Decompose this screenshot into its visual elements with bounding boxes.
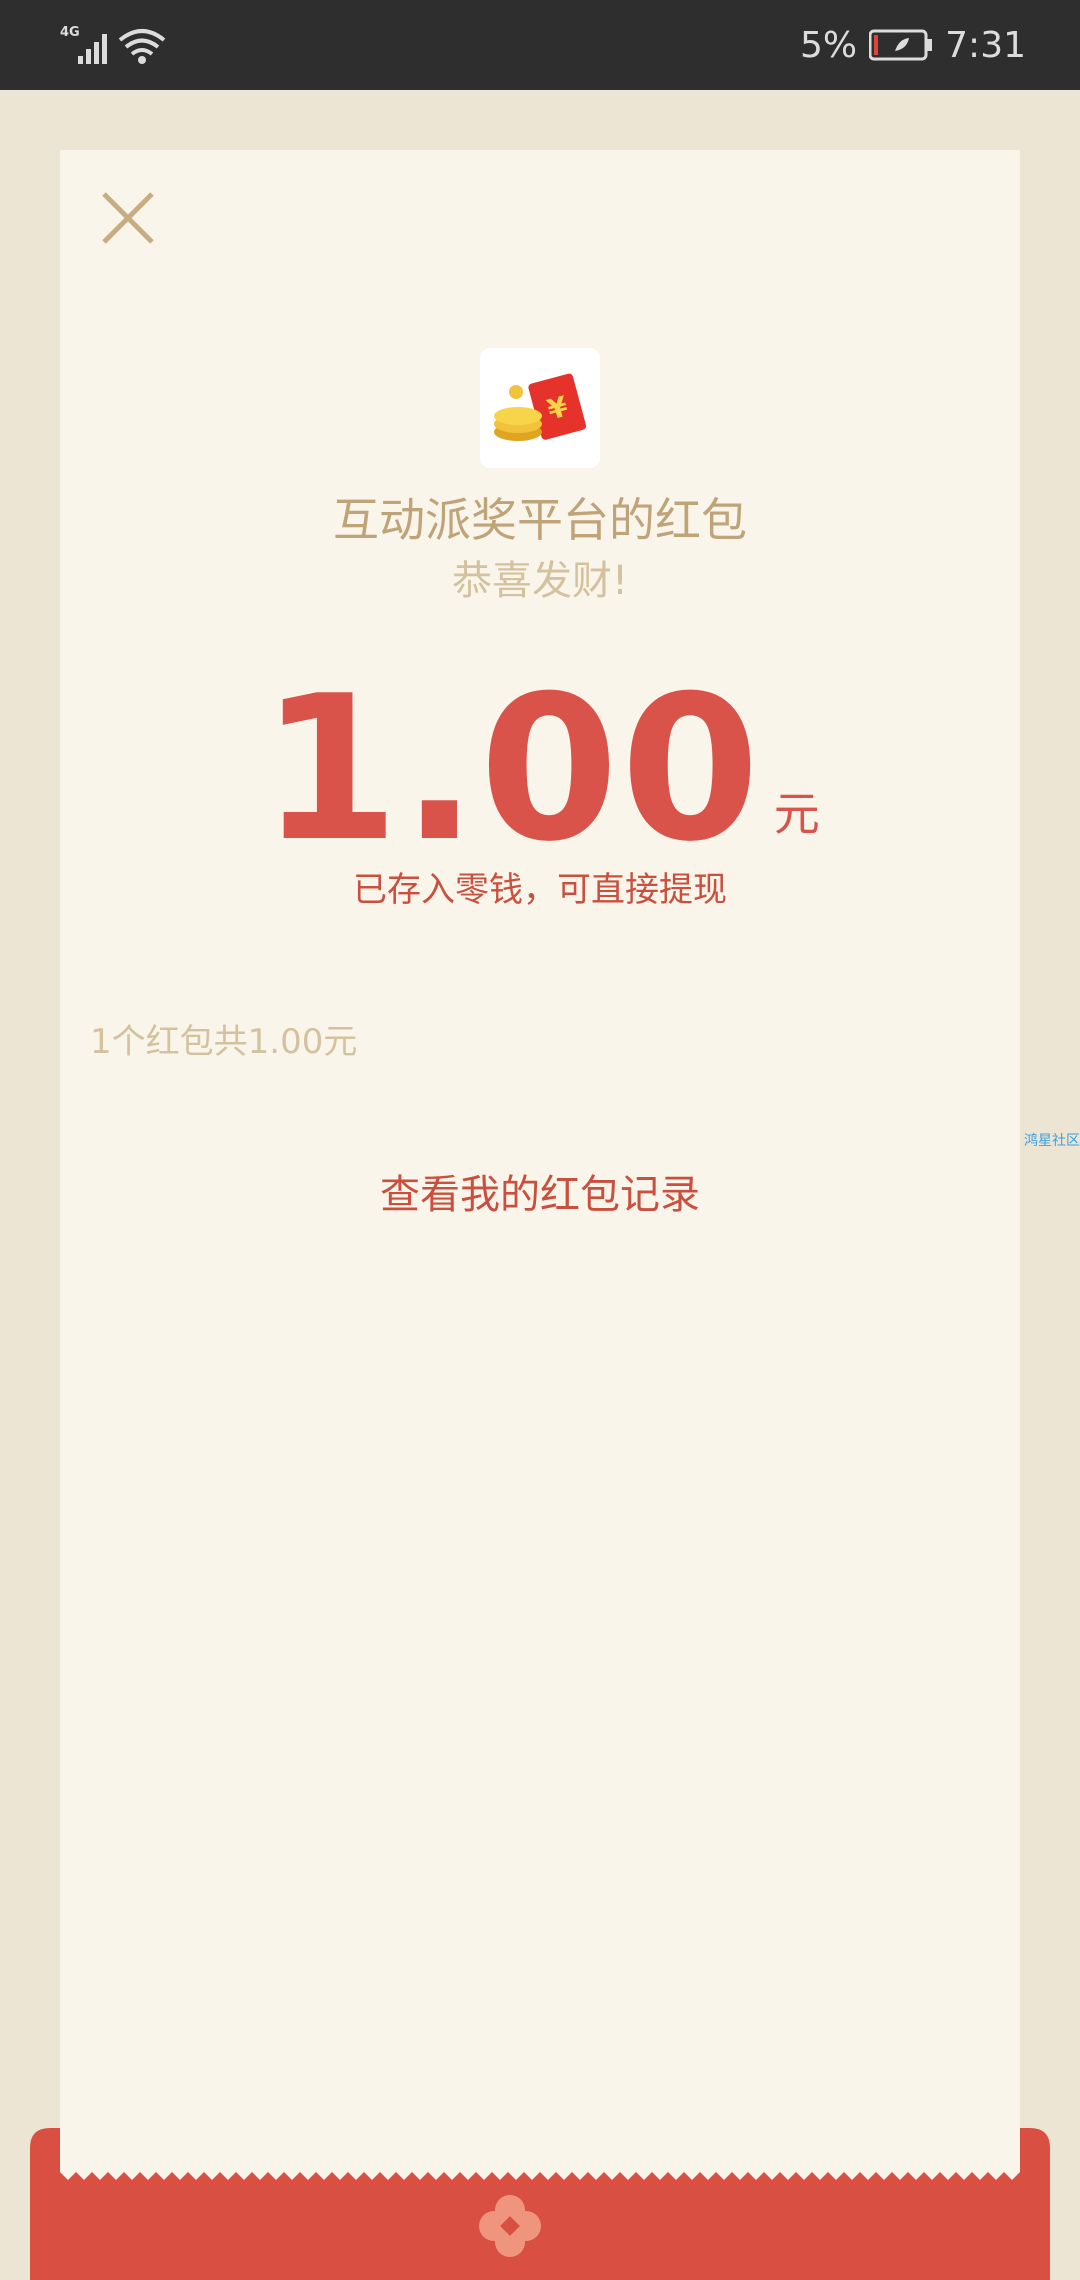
view-history-link[interactable]: 查看我的红包记录 (0, 1162, 1080, 1220)
sender-name: 互动派奖平台的红包 (333, 493, 747, 547)
battery-percent: 5% (800, 24, 858, 66)
status-bar: 4G 5% 7:31 (0, 0, 1080, 90)
watermark: 鸿星社区 (1024, 1133, 1080, 1149)
deposit-note[interactable]: 已存入零钱，可直接提现 (0, 862, 1080, 911)
red-envelope-coins-icon: ¥ (494, 373, 587, 441)
amount-value: 1.00 (260, 653, 762, 886)
network-type-label: 4G (60, 25, 80, 40)
envelope-summary: 1个红包共1.00元 (90, 1022, 358, 1062)
envelope-bottom-edge (30, 2128, 1050, 2280)
sender-logo: ¥ (480, 348, 600, 468)
close-icon[interactable] (98, 188, 158, 248)
signal-wifi-icons: 4G (60, 25, 166, 64)
amount-unit: 元 (773, 787, 820, 841)
battery-icon (869, 29, 933, 61)
blessing-message: 恭喜发财! (451, 558, 629, 604)
clock: 7:31 (945, 24, 1026, 66)
amount-row: 1.00 元 (0, 670, 1080, 870)
